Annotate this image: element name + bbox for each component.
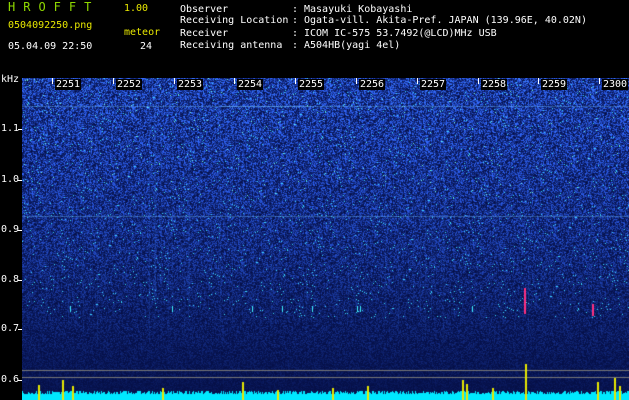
spectrogram-canvas [22, 78, 629, 400]
time-tick-label: 2259 [541, 79, 568, 90]
time-tick-mark [174, 78, 175, 84]
freq-tick-mark [18, 380, 22, 381]
location-label: Receiving Location [180, 15, 289, 26]
observer-separator: : [292, 4, 299, 15]
time-tick-mark [538, 78, 539, 84]
meteor-count: 24 [140, 41, 153, 52]
time-tick-mark [356, 78, 357, 84]
antenna-value: A504HB(yagi 4el) [304, 40, 401, 51]
location-value: Ogata-vill. Akita-Pref. JAPAN (139.96E, … [304, 15, 587, 26]
freq-tick-label: 0.9 [1, 224, 20, 235]
time-tick-mark [599, 78, 600, 84]
time-tick-label: 2256 [359, 79, 386, 90]
receiver-value: ICOM IC-575 53.7492(@LCD)MHz USB [304, 28, 497, 39]
time-tick-label: 2252 [116, 79, 143, 90]
receiver-label: Receiver [180, 28, 229, 39]
freq-tick-label: 0.7 [1, 323, 20, 334]
header-panel: HROFFT 1.00 0504092250.png meteor 05.04.… [0, 0, 629, 78]
khz-axis-label: kHz [1, 74, 20, 85]
time-tick-label: 2254 [237, 79, 264, 90]
freq-tick-label: 1.0 [1, 174, 20, 185]
time-tick-label: 2253 [177, 79, 204, 90]
app-title: HROFFT [8, 0, 100, 14]
time-tick-mark [478, 78, 479, 84]
time-tick-mark [113, 78, 114, 84]
time-tick-label: 2255 [298, 79, 325, 90]
file-name: 0504092250.png [8, 20, 93, 31]
app-version: 1.00 [124, 3, 149, 14]
freq-tick-label: 0.8 [1, 274, 20, 285]
freq-tick-mark [18, 180, 22, 181]
time-tick-mark [417, 78, 418, 84]
location-separator: : [292, 15, 299, 26]
time-tick-label: 2257 [420, 79, 447, 90]
freq-tick-label: 0.6 [1, 374, 20, 385]
receiver-separator: : [292, 28, 299, 39]
time-tick-label: 2251 [55, 79, 82, 90]
freq-tick-label: 1.1 [1, 123, 20, 134]
meteor-label: meteor [124, 27, 161, 38]
time-tick-mark [234, 78, 235, 84]
freq-tick-mark [18, 329, 22, 330]
time-tick-label: 2300 [602, 79, 629, 90]
observer-value: Masayuki Kobayashi [304, 4, 413, 15]
antenna-separator: : [292, 40, 299, 51]
freq-tick-mark [18, 129, 22, 130]
time-tick-label: 2258 [481, 79, 508, 90]
antenna-label: Receiving antenna [180, 40, 283, 51]
date-time: 05.04.09 22:50 [8, 41, 93, 52]
time-tick-mark [52, 78, 53, 84]
freq-tick-mark [18, 230, 22, 231]
time-tick-mark [295, 78, 296, 84]
freq-tick-mark [18, 280, 22, 281]
observer-label: Observer [180, 4, 229, 15]
